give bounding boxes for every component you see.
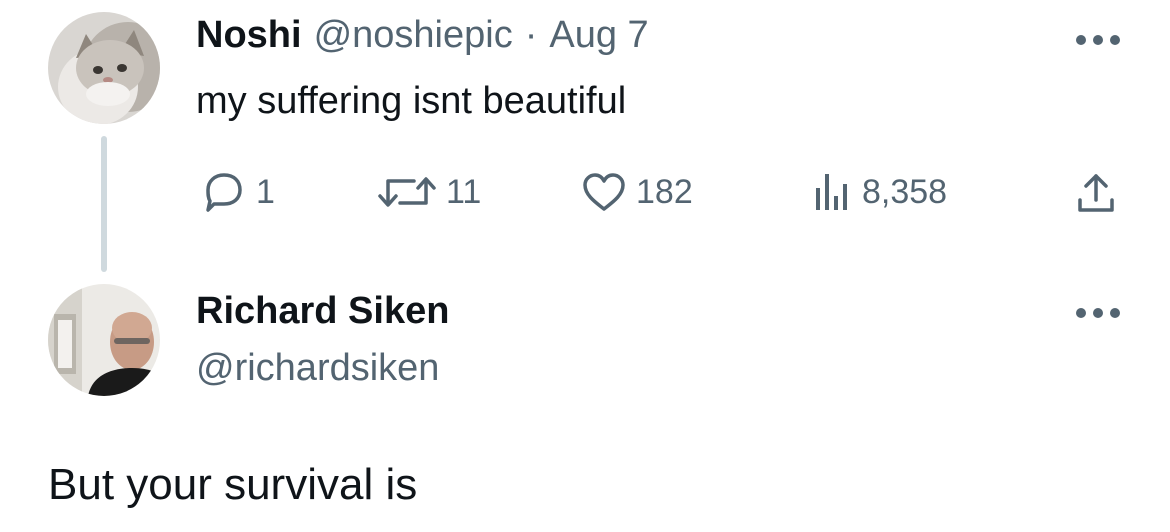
tweet-2-display-name[interactable]: Richard Siken bbox=[196, 290, 449, 333]
views-count: 8,358 bbox=[862, 172, 948, 211]
repost-button[interactable]: 11 bbox=[376, 170, 481, 214]
views-button[interactable]: 8,358 bbox=[810, 170, 947, 214]
repost-count: 11 bbox=[446, 172, 482, 211]
tweet-1-display-name[interactable]: Noshi bbox=[196, 14, 302, 57]
tweet-1-separator: · bbox=[524, 14, 538, 56]
tweet-2-handle[interactable]: @richardsiken bbox=[196, 347, 439, 390]
like-button[interactable]: 182 bbox=[580, 170, 693, 214]
person-avatar-image bbox=[48, 284, 160, 396]
tweet-2-more-dots-icon[interactable] bbox=[1076, 306, 1120, 320]
reply-count: 1 bbox=[256, 172, 275, 211]
tweet-1-more-dots-icon[interactable] bbox=[1076, 33, 1120, 47]
tweet-1-handle[interactable]: @noshiepic bbox=[314, 14, 513, 57]
thread-connector-line bbox=[101, 136, 107, 272]
bar-chart-icon bbox=[816, 174, 847, 210]
tweet-1-text: my suffering isnt beautiful bbox=[196, 80, 627, 122]
heart-icon bbox=[583, 173, 625, 211]
tweet-1-date[interactable]: Aug 7 bbox=[549, 14, 648, 57]
share-upload-icon bbox=[1078, 174, 1114, 212]
tweet-2-text: But your survival is bbox=[48, 460, 418, 509]
richard-siken-avatar[interactable] bbox=[48, 284, 160, 396]
cat-avatar-image bbox=[48, 12, 160, 124]
repost-arrows-icon bbox=[378, 177, 436, 207]
reply-button[interactable]: 1 bbox=[200, 170, 275, 214]
like-count: 182 bbox=[636, 172, 693, 211]
reply-bubble-icon bbox=[206, 173, 242, 212]
tweet-1-header: Noshi @noshiepic · Aug 7 bbox=[196, 14, 649, 57]
noshi-avatar[interactable] bbox=[48, 12, 160, 124]
share-button[interactable] bbox=[1074, 170, 1118, 218]
